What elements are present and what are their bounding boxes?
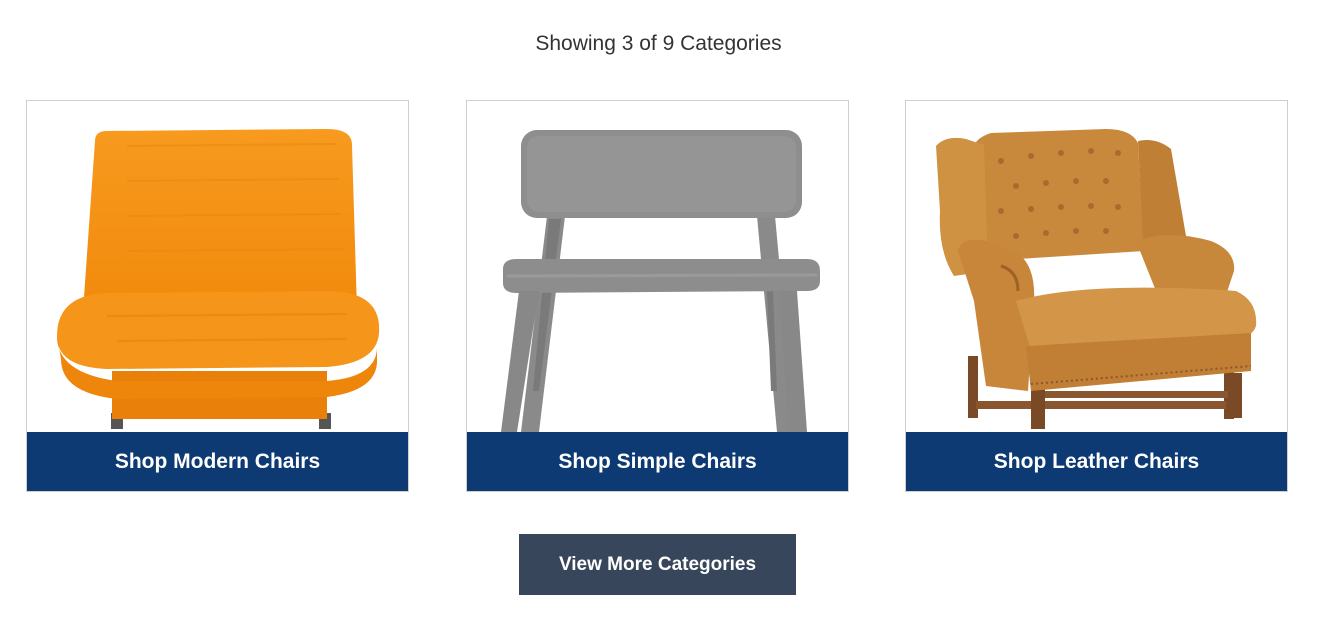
shop-modern-chairs-link[interactable]: Shop Modern Chairs	[27, 432, 408, 491]
view-more-categories-button[interactable]: View More Categories	[519, 534, 796, 595]
orange-modern-chair-image[interactable]	[27, 101, 408, 432]
category-card-modern-chairs[interactable]: Shop Modern Chairs	[26, 100, 409, 492]
category-card-leather-chairs[interactable]: Shop Leather Chairs	[905, 100, 1288, 492]
shop-leather-chairs-link[interactable]: Shop Leather Chairs	[906, 432, 1287, 491]
showing-count-text: Showing 3 of 9 Categories	[535, 32, 782, 55]
gray-simple-chair-image[interactable]	[467, 101, 848, 432]
leather-wingback-chair-image[interactable]	[906, 101, 1287, 432]
category-card-simple-chairs[interactable]: Shop Simple Chairs	[466, 100, 849, 492]
shop-simple-chairs-link[interactable]: Shop Simple Chairs	[467, 432, 848, 491]
